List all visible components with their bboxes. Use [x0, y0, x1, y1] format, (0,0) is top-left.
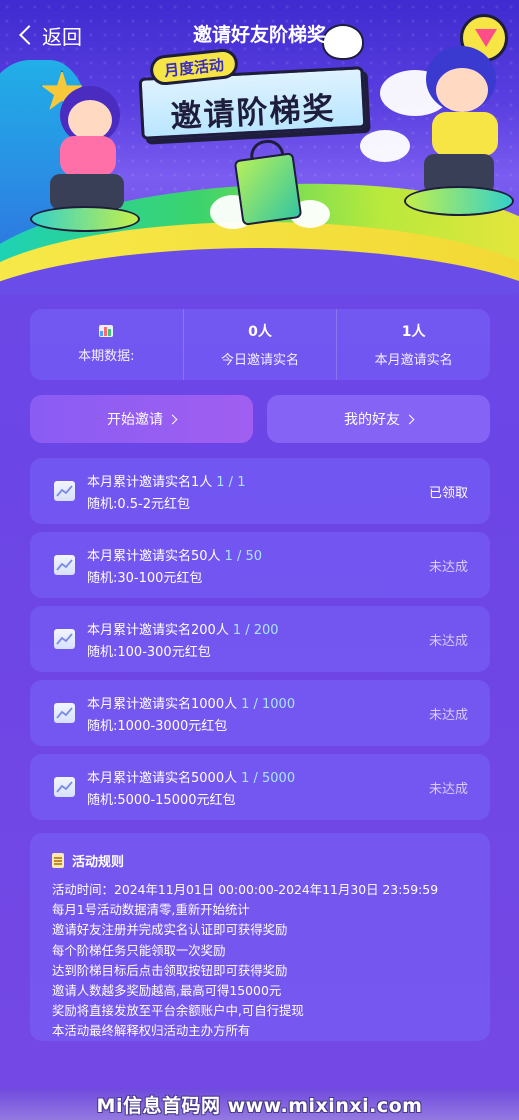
stat-period: 本期数据: [30, 309, 183, 380]
tier-progress: 1 / 5000 [241, 770, 296, 786]
trend-chart-icon [54, 481, 75, 501]
rule-line: 邀请人数越多奖励越高,最高可得15000元 [52, 983, 282, 999]
tier-progress: 1 / 1000 [241, 696, 296, 712]
tier-status: 未达成 [428, 559, 468, 575]
rules-title: 活动规则 [72, 855, 125, 870]
rule-line: 每月1号活动数据清零,重新开始统计 [52, 902, 250, 918]
tier-status: 未达成 [428, 633, 468, 649]
trend-chart-icon [54, 555, 75, 575]
shopping-bag-icon [233, 152, 303, 226]
bar-chart-icon [99, 325, 114, 337]
back-label: 返回 [42, 24, 82, 49]
rule-line: 每个阶梯任务只能领取一次奖励 [52, 942, 226, 958]
tier-item: 本月累计邀请实名1人 1 / 1 随机:0.5-2元红包 已领取 [30, 458, 490, 524]
girl-character [30, 86, 150, 236]
start-invite-button[interactable]: 开始邀请 [30, 395, 253, 443]
tier-title: 本月累计邀请实名50人 [87, 548, 221, 564]
tier-title: 本月累计邀请实名1000人 [87, 696, 238, 712]
month-invite-count: 1人 [401, 324, 426, 340]
cloud-decoration [360, 130, 410, 162]
today-invite-count: 0人 [248, 324, 272, 340]
month-invite-label: 本月邀请实名 [374, 353, 453, 368]
tier-reward: 随机:30-100元红包 [87, 570, 203, 586]
stat-month: 1人 本月邀请实名 [336, 309, 490, 380]
tier-item: 本月累计邀请实名5000人 1 / 5000 随机:5000-15000元红包 未… [30, 754, 490, 820]
page-title: 邀请好友阶梯奖 [192, 23, 326, 46]
rule-line: 奖励将直接发放至平台余额账户中,可自行提现 [52, 1003, 304, 1019]
stat-today: 0人 今日邀请实名 [182, 309, 337, 380]
banner-headline: 邀请阶梯奖 [169, 90, 337, 136]
tier-reward: 随机:100-300元红包 [87, 644, 211, 660]
trend-chart-icon [54, 629, 75, 649]
trend-chart-icon [54, 703, 75, 723]
tier-progress: 1 / 1 [216, 474, 246, 490]
watermark: Mi信息首码网 www.mixinxi.com [0, 1088, 519, 1120]
tier-progress: 1 / 50 [224, 548, 263, 564]
chevron-left-icon [19, 25, 39, 45]
tier-item: 本月累计邀请实名1000人 1 / 1000 随机:1000-3000元红包 未达… [30, 680, 490, 746]
my-friends-label: 我的好友 [344, 412, 400, 428]
rule-line: 邀请好友注册并完成实名认证即可获得奖励 [52, 922, 288, 938]
stats-card: 本期数据: 0人 今日邀请实名 1人 本月邀请实名 [30, 309, 490, 380]
today-invite-label: 今日邀请实名 [221, 353, 300, 368]
tier-item: 本月累计邀请实名200人 1 / 200 随机:100-300元红包 未达成 [30, 606, 490, 672]
my-friends-button[interactable]: 我的好友 [267, 395, 490, 443]
rule-line: 本活动最终解释权归活动主办方所有 [52, 1023, 251, 1039]
chevron-right-icon [404, 414, 415, 424]
tier-title: 本月累计邀请实名5000人 [87, 770, 238, 786]
tier-reward: 随机:1000-3000元红包 [87, 718, 228, 734]
tier-title: 本月累计邀请实名200人 [87, 622, 229, 638]
tier-status-claimed[interactable]: 已领取 [429, 482, 468, 501]
tier-status: 未达成 [428, 781, 468, 797]
rules-list: 活动时间：2024年11月01日 00:00:00-2024年11月30日 23… [52, 880, 468, 1042]
boy-character [404, 46, 519, 236]
period-label: 本期数据: [78, 349, 135, 364]
rules-header: 活动规则 [52, 851, 468, 870]
nav-bar: 返回 邀请好友阶梯奖 [0, 0, 519, 68]
rules-card: 活动规则 活动时间：2024年11月01日 00:00:00-2024年11月3… [30, 833, 490, 1041]
document-icon [52, 853, 64, 868]
start-invite-label: 开始邀请 [107, 412, 163, 428]
watermark-text: Mi信息首码网 www.mixinxi.com [96, 1094, 423, 1117]
rule-line: 达到阶梯目标后点击领取按钮即可获得奖励 [52, 962, 288, 978]
back-button[interactable]: 返回 [14, 20, 82, 50]
tier-item: 本月累计邀请实名50人 1 / 50 随机:30-100元红包 未达成 [30, 532, 490, 598]
rule-line: 活动时间：2024年11月01日 00:00:00-2024年11月30日 23… [52, 882, 439, 897]
tier-reward: 随机:5000-15000元红包 [87, 792, 236, 808]
chevron-right-icon [167, 414, 178, 424]
tier-title: 本月累计邀请实名1人 [87, 474, 213, 490]
trend-chart-icon [54, 777, 75, 797]
tier-reward: 随机:0.5-2元红包 [87, 496, 191, 512]
tier-status: 未达成 [428, 707, 468, 723]
tier-progress: 1 / 200 [232, 622, 279, 638]
